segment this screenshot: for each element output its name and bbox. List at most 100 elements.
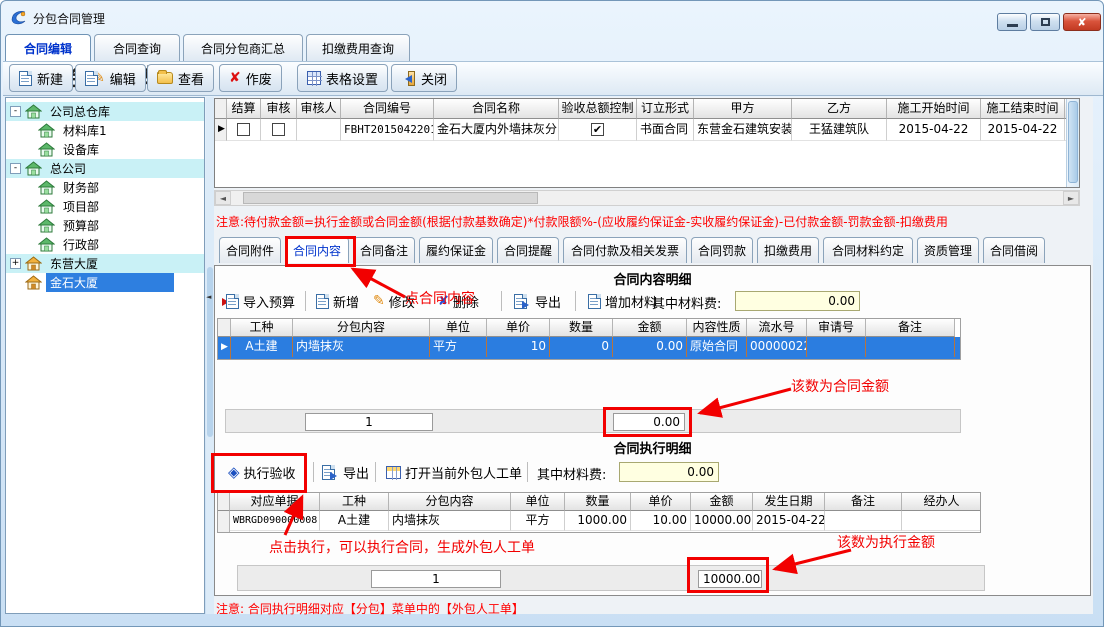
exec-row-count: 1 [371, 570, 501, 588]
add-document-icon [316, 294, 329, 309]
close-window-button[interactable]: ✘ [1063, 13, 1101, 31]
tab-contract-reminder[interactable]: 合同提醒 [497, 237, 559, 263]
warehouse-house-icon [38, 123, 55, 138]
add-material-button[interactable]: 增加材料 [585, 289, 660, 313]
tab-withholding-query[interactable]: 扣缴费用查询 [306, 34, 410, 61]
title-bar: 分包合同管理 ✘ [1, 1, 1103, 32]
audit-checkbox[interactable] [272, 123, 285, 136]
tree-item-material-store[interactable]: 材料库1 [6, 121, 204, 140]
row-selector-icon: ▶ [218, 337, 231, 359]
tab-subcontractor-summary[interactable]: 合同分包商汇总 [183, 34, 303, 61]
open-labor-sheet-button[interactable]: 打开当前外包人工单 [383, 460, 525, 484]
tab-contract-query[interactable]: 合同查询 [94, 34, 180, 61]
import-icon [224, 294, 239, 309]
organization-tree: - 公司总仓库 材料库1 设备库 - 总公司 财务部 项目部 预算部 [5, 97, 205, 614]
open-folder-icon [157, 72, 173, 84]
exec-summary-bar: 1 10000.00 [237, 565, 985, 591]
office-house-icon [25, 161, 42, 176]
export-icon [514, 294, 531, 309]
edit-document-icon [85, 71, 98, 86]
tab-qualification[interactable]: 资质管理 [917, 237, 979, 263]
export-icon [322, 465, 339, 480]
annotation-contract-amount: 该数为合同金额 [791, 376, 889, 396]
red-x-icon: ✘ [229, 71, 241, 85]
close-module-button[interactable]: 关闭 [391, 64, 457, 92]
edit-button[interactable]: ✎ 编辑 [75, 64, 146, 92]
exec-material-fee-input[interactable] [619, 462, 719, 482]
tab-payment-invoices[interactable]: 合同付款及相关发票 [563, 237, 687, 263]
export-content-button[interactable]: 导出 [511, 289, 564, 313]
warehouse-house-icon [25, 104, 42, 119]
material-fee-label: 其中材料费: [652, 293, 721, 312]
collapse-icon[interactable]: - [10, 106, 21, 117]
tree-item-admin-dept[interactable]: 行政部 [6, 235, 204, 254]
collapse-icon[interactable]: - [10, 163, 21, 174]
content-row-count: 1 [305, 413, 433, 431]
content-grid: 工种 分包内容 单位 单价 数量 金额 内容性质 流水号 审请号 备注 ▶ A土… [217, 318, 961, 360]
content-grid-header: 工种 分包内容 单位 单价 数量 金额 内容性质 流水号 审请号 备注 [218, 319, 960, 337]
scroll-right-icon[interactable]: ► [1063, 191, 1079, 205]
export-exec-button[interactable]: 导出 [319, 460, 372, 484]
tab-contract-edit[interactable]: 合同编辑 [5, 34, 91, 61]
dept-house-icon [38, 199, 55, 214]
exec-row[interactable]: WBRGD090000008 A土建 内墙抹灰 平方 1000.00 10.00… [218, 511, 980, 533]
labor-sheet-icon [386, 466, 401, 479]
tree-item-company-warehouse[interactable]: - 公司总仓库 [6, 102, 204, 121]
app-icon [10, 9, 28, 25]
tree-item-head-office[interactable]: - 总公司 [6, 159, 204, 178]
tree-item-equipment-store[interactable]: 设备库 [6, 140, 204, 159]
exec-grid: 对应单据 工种 分包内容 单位 数量 单价 金额 发生日期 备注 经办人 WBR… [217, 492, 981, 533]
minimize-button[interactable] [997, 13, 1027, 31]
material-document-icon [588, 294, 601, 309]
row-selector-icon: ▶ [215, 119, 227, 141]
content-row-selected[interactable]: ▶ A土建 内墙抹灰 平方 10 0 0.00 原始合同 00000022 [218, 337, 960, 359]
tab-contract-borrow[interactable]: 合同借阅 [983, 237, 1045, 263]
contracts-horizontal-scrollbar[interactable]: ◄ ► [214, 190, 1080, 206]
tab-withholding-fee[interactable]: 扣缴费用 [757, 237, 819, 263]
scroll-left-icon[interactable]: ◄ [215, 191, 231, 205]
scroll-thumb[interactable] [243, 192, 538, 204]
close-icon: ✘ [1077, 16, 1086, 29]
add-row-button[interactable]: 新增 [313, 289, 362, 313]
dept-house-icon [38, 237, 55, 252]
contracts-vertical-scrollbar[interactable] [1066, 99, 1079, 187]
tree-item-finance-dept[interactable]: 财务部 [6, 178, 204, 197]
tab-contract-remarks[interactable]: 合同备注 [353, 237, 415, 263]
new-button[interactable]: 新建 [9, 64, 73, 92]
exec-grid-header: 对应单据 工种 分包内容 单位 数量 单价 金额 发生日期 备注 经办人 [218, 493, 980, 511]
annotation-exec-amount: 该数为执行金额 [837, 532, 935, 552]
settle-checkbox[interactable] [237, 123, 250, 136]
view-button[interactable]: 查看 [147, 64, 214, 92]
void-button[interactable]: ✘ 作废 [219, 64, 282, 92]
tab-material-agreement[interactable]: 合同材料约定 [823, 237, 913, 263]
tab-contract-content[interactable]: 合同内容 [285, 237, 349, 263]
exec-section-title: 合同执行明细 [215, 438, 1090, 457]
tree-item-dongying-building[interactable]: + 东营大厦 [6, 254, 204, 273]
content-amount-total: 0.00 [613, 413, 685, 431]
import-budget-button[interactable]: 导入预算 [221, 289, 298, 313]
exec-material-fee-label: 其中材料费: [537, 464, 606, 483]
dept-house-icon [38, 180, 55, 195]
warehouse-house-icon [38, 142, 55, 157]
restore-button[interactable] [1030, 13, 1060, 31]
tree-item-jinshi-building[interactable]: 金石大厦 [6, 273, 204, 292]
payment-formula-note: 注意:待付款金额=执行金额或合同金额(根据付款基数确定)*付款限额%-(应收履约… [216, 213, 948, 230]
tab-contract-attachments[interactable]: 合同附件 [219, 237, 281, 263]
expand-icon[interactable]: + [10, 258, 21, 269]
minimize-icon [1007, 24, 1018, 27]
tree-splitter[interactable]: ◄ [206, 97, 214, 614]
building-house-icon [25, 256, 42, 271]
tab-contract-penalty[interactable]: 合同罚款 [691, 237, 753, 263]
splitter-collapse-icon[interactable]: ◄ [206, 293, 211, 301]
tree-item-budget-dept[interactable]: 预算部 [6, 216, 204, 235]
table-settings-button[interactable]: 表格设置 [297, 64, 388, 92]
exec-detail-note: 注意: 合同执行明细对应【分包】菜单中的【外包人工单】 [216, 600, 524, 617]
acceptance-control-checkbox[interactable]: ✔ [591, 123, 604, 136]
contract-row[interactable]: ▶ FBHT2015042201 金石大厦内外墙抹灰分 ✔ 书面合同 东营金石建… [215, 119, 1079, 141]
pencil-icon: ✎ [373, 294, 385, 308]
tree-item-project-dept[interactable]: 项目部 [6, 197, 204, 216]
execute-accept-button[interactable]: ◈ 执行验收 [225, 460, 299, 484]
material-fee-input[interactable] [735, 291, 860, 311]
dept-house-icon [38, 218, 55, 233]
tab-performance-bond[interactable]: 履约保证金 [419, 237, 493, 263]
